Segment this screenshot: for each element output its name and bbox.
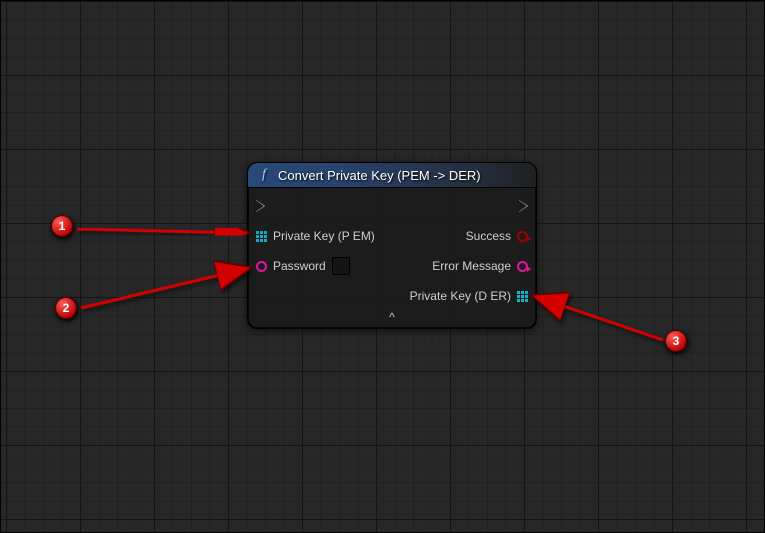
node-inputs-column: Private Key (P EM) Password [256, 196, 375, 306]
string-pin-icon [256, 261, 267, 272]
chevron-up-icon: ^ [389, 310, 395, 324]
struct-pin-icon [517, 291, 528, 302]
node-convert-private-key[interactable]: f Convert Private Key (PEM -> DER) Priva… [247, 162, 537, 329]
annotation-badge-1: 1 [51, 215, 73, 237]
node-title: Convert Private Key (PEM -> DER) [278, 168, 481, 183]
pin-label: Success [466, 229, 511, 243]
output-pin-success[interactable]: Success [466, 226, 528, 246]
blueprint-graph-viewport[interactable]: f Convert Private Key (PEM -> DER) Priva… [0, 0, 765, 533]
output-pin-error-message[interactable]: Error Message [432, 256, 528, 276]
exec-triangle-icon [519, 200, 528, 212]
struct-pin-icon [256, 231, 267, 242]
exec-in-pin[interactable] [256, 196, 265, 216]
node-outputs-column: Success Error Message Private Key (D ER) [410, 196, 528, 306]
pin-label: Error Message [432, 259, 511, 273]
exec-out-pin[interactable] [519, 196, 528, 216]
pin-label: Private Key (P EM) [273, 229, 375, 243]
function-icon: f [258, 167, 270, 183]
pin-label: Password [273, 259, 326, 273]
output-pin-private-key-der[interactable]: Private Key (D ER) [410, 286, 528, 306]
annotation-badge-3: 3 [665, 330, 687, 352]
annotation-badge-2: 2 [55, 297, 77, 319]
pin-label: Private Key (D ER) [410, 289, 511, 303]
bool-pin-icon [517, 231, 528, 242]
node-expand-toggle[interactable]: ^ [248, 310, 536, 328]
node-body: Private Key (P EM) Password Success [248, 188, 536, 310]
input-pin-password[interactable]: Password [256, 256, 350, 276]
password-inline-input[interactable] [332, 257, 350, 275]
node-header[interactable]: f Convert Private Key (PEM -> DER) [248, 163, 536, 188]
exec-triangle-icon [256, 200, 265, 212]
input-pin-private-key-pem[interactable]: Private Key (P EM) [256, 226, 375, 246]
string-pin-icon [517, 261, 528, 272]
